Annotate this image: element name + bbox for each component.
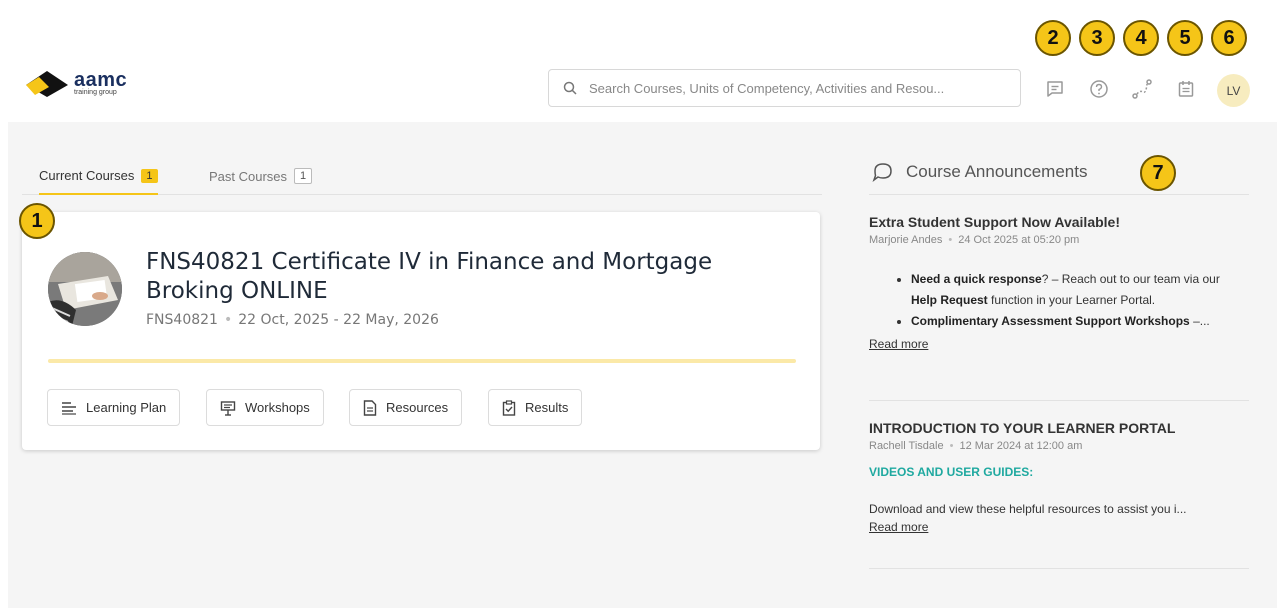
course-code: FNS40821 [146, 312, 218, 328]
separator-dot: • [223, 312, 233, 328]
announcement-author: Marjorie Andes [869, 234, 943, 246]
callout-4: 4 [1123, 20, 1159, 56]
clipboard-check-icon [502, 399, 516, 416]
read-more-link[interactable]: Read more [869, 520, 1249, 534]
course-title[interactable]: FNS40821 Certificate IV in Finance and M… [146, 248, 806, 306]
announcement-title: INTRODUCTION TO YOUR LEARNER PORTAL [869, 420, 1176, 436]
list-item: Complimentary Assessment Support Worksho… [911, 311, 1249, 332]
callout-3: 3 [1079, 20, 1115, 56]
callout-5: 5 [1167, 20, 1203, 56]
course-progress-bar [48, 359, 796, 363]
callout-2: 2 [1035, 20, 1071, 56]
path-icon[interactable] [1130, 77, 1154, 101]
resources-button[interactable]: Resources [349, 389, 463, 426]
results-button[interactable]: Results [488, 389, 583, 426]
tab-label: Current Courses [39, 168, 135, 183]
announcement-item: Extra Student Support Now Available! Mar… [869, 214, 1249, 401]
announcements-panel: Course Announcements Extra Student Suppo… [869, 150, 1249, 569]
search-input[interactable] [589, 80, 989, 96]
top-bar: aamc training group LV [0, 0, 1277, 121]
read-more-link[interactable]: Read more [869, 337, 1249, 351]
tab-past-courses[interactable]: Past Courses 1 [209, 162, 313, 190]
tab-label: Past Courses [209, 168, 288, 184]
course-dates: 22 Oct, 2025 - 22 May, 2026 [238, 312, 439, 328]
announcement-date: 12 Mar 2024 at 12:00 am [959, 440, 1083, 452]
list-icon [62, 401, 76, 415]
callout-1: 1 [19, 203, 55, 239]
calendar-icon[interactable] [1174, 77, 1198, 101]
logo-mark-icon [26, 71, 68, 97]
presentation-icon [220, 400, 236, 416]
separator-dot: • [948, 234, 953, 246]
announcement-title: Extra Student Support Now Available! [869, 214, 1120, 230]
announcement-body: Download and view these helpful resource… [869, 502, 1187, 516]
announcement-author: Rachell Tisdale [869, 440, 944, 452]
workshops-button[interactable]: Workshops [206, 389, 324, 426]
separator-dot: • [949, 440, 954, 452]
announcements-header: Course Announcements [869, 150, 1249, 195]
course-meta: FNS40821 • 22 Oct, 2025 - 22 May, 2026 [146, 312, 439, 328]
help-icon[interactable] [1087, 77, 1111, 101]
course-tabs: Current Courses 1 Past Courses 1 [22, 156, 822, 195]
logo-text: aamc training group [74, 68, 128, 96]
document-icon [363, 399, 377, 416]
course-card[interactable]: FNS40821 Certificate IV in Finance and M… [22, 212, 820, 450]
announcement-bullets: Need a quick response? – Reach out to ou… [911, 269, 1249, 332]
tab-count-badge: 1 [141, 168, 158, 183]
tab-count-badge: 1 [294, 168, 313, 184]
search-box[interactable] [548, 69, 1021, 107]
course-thumbnail [48, 252, 122, 326]
list-item: Need a quick response? – Reach out to ou… [911, 269, 1249, 311]
announcements-heading: Course Announcements [906, 162, 1088, 181]
logo-name: aamc [74, 68, 128, 91]
user-avatar[interactable]: LV [1217, 74, 1250, 107]
announcement-meta: Rachell Tisdale • 12 Mar 2024 at 12:00 am [869, 440, 1249, 452]
announcement-item: INTRODUCTION TO YOUR LEARNER PORTAL Rach… [869, 420, 1249, 569]
announcement-subheading: VIDEOS AND USER GUIDES: [869, 465, 1034, 479]
callout-7: 7 [1140, 155, 1176, 191]
chat-bubble-icon [872, 163, 892, 183]
tab-current-courses[interactable]: Current Courses 1 [39, 162, 158, 195]
button-label: Workshops [245, 400, 310, 415]
announcement-meta: Marjorie Andes • 24 Oct 2025 at 05:20 pm [869, 234, 1249, 246]
learning-plan-button[interactable]: Learning Plan [47, 389, 181, 426]
brand-logo[interactable]: aamc training group [26, 68, 127, 98]
announcement-date: 24 Oct 2025 at 05:20 pm [958, 234, 1080, 246]
search-icon [563, 81, 577, 95]
button-label: Resources [386, 400, 449, 415]
callout-6: 6 [1211, 20, 1247, 56]
button-label: Results [525, 400, 569, 415]
message-icon[interactable] [1043, 77, 1067, 101]
button-label: Learning Plan [86, 400, 167, 415]
